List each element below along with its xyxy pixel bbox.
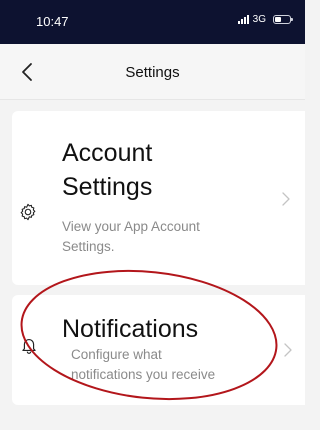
card-description: View your App Account Settings. — [62, 219, 200, 254]
notifications-card[interactable]: Notifications Configure what notificatio… — [12, 295, 305, 405]
network-label: 3G — [252, 14, 266, 25]
page-title: Settings — [125, 64, 180, 81]
card-title: Account Settings — [62, 139, 153, 201]
chevron-right-icon — [282, 192, 290, 206]
card-description: Configure what notifications you receive — [71, 347, 216, 382]
signal-icon — [237, 15, 249, 24]
status-bar: 10:47 3G — [0, 0, 305, 44]
card-title: Notifications — [62, 315, 199, 343]
chevron-right-icon — [284, 343, 292, 357]
nav-header: Settings — [0, 44, 305, 100]
gear-icon — [20, 203, 36, 221]
bell-icon — [22, 339, 36, 354]
status-indicators: 3G — [237, 14, 293, 25]
status-time: 10:47 — [36, 14, 69, 29]
settings-screen: 10:47 3G Settings Account Settings View … — [0, 0, 305, 430]
account-settings-card[interactable]: Account Settings View your App Account S… — [12, 111, 305, 285]
battery-icon — [273, 15, 293, 24]
